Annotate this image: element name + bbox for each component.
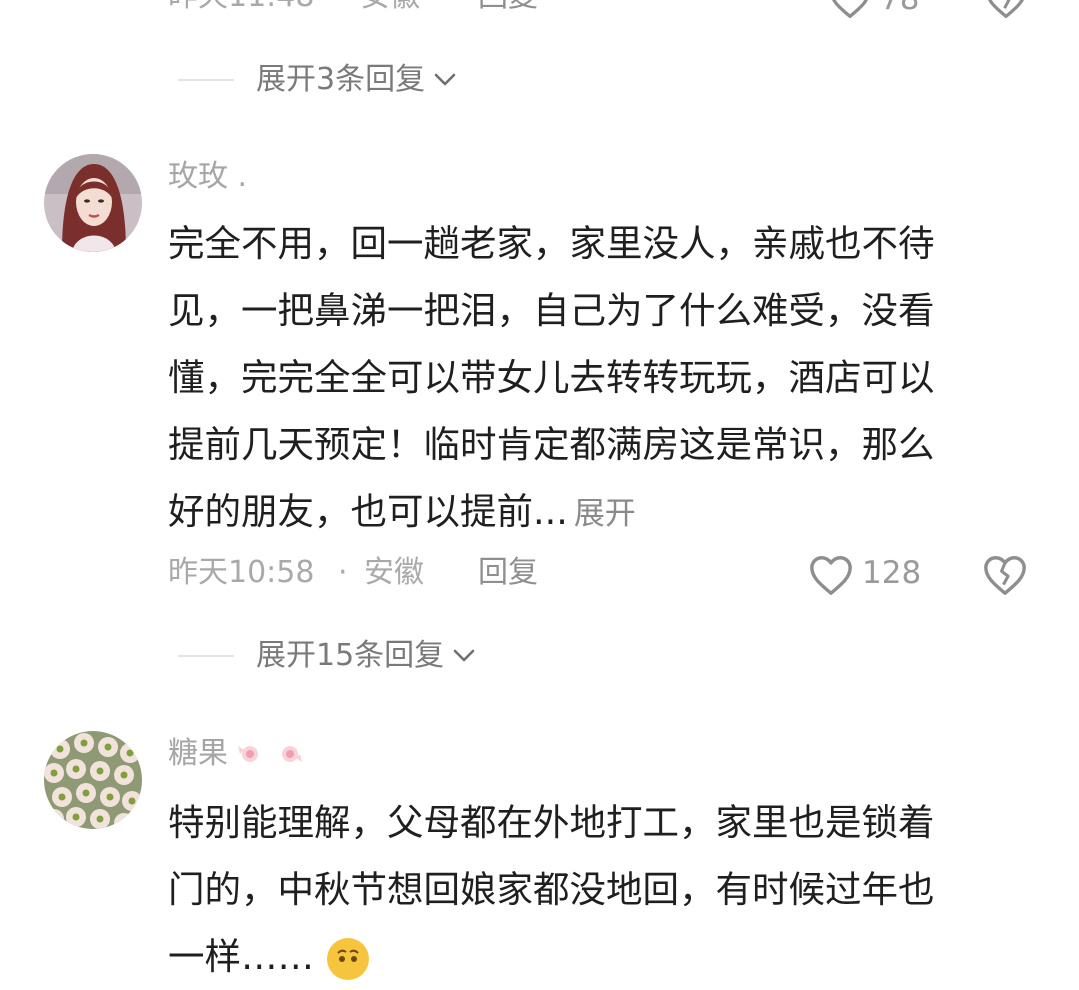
reply-button[interactable]: 回复: [478, 0, 538, 12]
expand-replies-1[interactable]: 展开3条回复: [178, 60, 457, 100]
flower-avatar-image: [44, 731, 142, 829]
candy-icon: [282, 746, 302, 762]
expand-replies-label: 展开3条回复: [256, 62, 426, 97]
comment-line: 见，一把鼻涕一把泪，自己为了什么难受，没看: [168, 289, 935, 332]
heart-outline-icon: [810, 556, 852, 595]
user-avatar-image: [44, 154, 142, 252]
comment-line: 完全不用，回一趟老家，家里没人，亲戚也不待: [168, 222, 935, 265]
chevron-down-icon: [434, 73, 456, 86]
comment-time: 昨天11:48: [168, 0, 314, 12]
like-count: 78: [880, 0, 919, 15]
dislike-button[interactable]: [982, 553, 1028, 597]
comment-line: 特别能理解，父母都在外地打工，家里也是锁着: [168, 801, 935, 844]
dislike-button[interactable]: [984, 0, 1028, 20]
chevron-down-icon: [453, 649, 475, 662]
username-row: 糖果: [168, 738, 306, 770]
heart-outline-icon: [832, 0, 868, 19]
meta-separator: ·: [338, 555, 348, 590]
comment-line: 门的，中秋节想回娘家都没地回，有时候过年也: [168, 868, 935, 911]
like-count: 128: [862, 555, 922, 591]
expand-replies-2[interactable]: 展开15条回复: [178, 636, 476, 676]
expand-replies-label: 展开15条回复: [256, 638, 445, 673]
reply-button[interactable]: 回复: [478, 558, 538, 588]
comment-line: 提前几天预定！临时肯定都满房这是常识，那么: [168, 423, 935, 466]
like-button[interactable]: [808, 553, 854, 597]
comment-location: 安徽: [360, 0, 420, 12]
divider-line: [178, 79, 234, 81]
comment-text: 特别能理解，父母都在外地打工，家里也是锁着 门的，中秋节想回娘家都没地回，有时候…: [168, 789, 1048, 990]
like-button[interactable]: [828, 0, 872, 20]
worried-face-emoji: [327, 937, 369, 980]
username[interactable]: 糖果: [168, 739, 228, 769]
username[interactable]: 玫玫 .: [168, 162, 247, 192]
comment-line-last: 好的朋友，也可以提前... 展开: [168, 478, 1048, 545]
comment-line: 一样……: [168, 935, 314, 978]
comment-line-last: 一样……: [168, 923, 1048, 990]
avatar[interactable]: [44, 731, 142, 829]
divider-line: [178, 655, 234, 657]
candy-icon: [238, 746, 258, 762]
avatar[interactable]: [44, 154, 142, 252]
broken-heart-icon: [984, 556, 1026, 595]
comment-line: 好的朋友，也可以提前...: [168, 490, 568, 533]
comment-line: 懂，完完全全可以带女儿去转转玩玩，酒店可以: [168, 356, 935, 399]
comment-time: 昨天10:58: [168, 555, 315, 590]
comment-location: 安徽: [364, 555, 424, 590]
comment-text: 完全不用，回一趟老家，家里没人，亲戚也不待 见，一把鼻涕一把泪，自己为了什么难受…: [168, 210, 1048, 545]
expand-text-button[interactable]: 展开: [574, 496, 636, 532]
broken-heart-icon: [988, 0, 1024, 19]
